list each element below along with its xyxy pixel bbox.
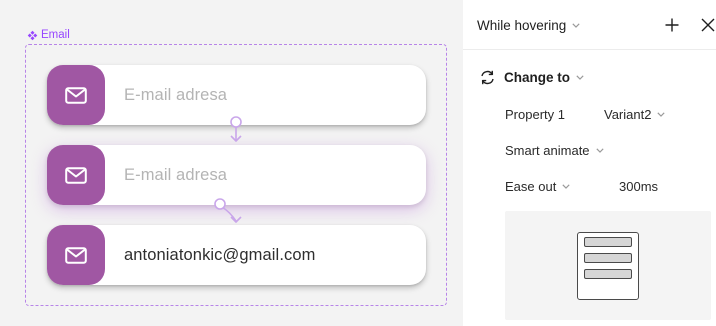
add-interaction-button[interactable] [663, 16, 681, 34]
interaction-panel: While hovering Change to Property 1 Vari… [463, 0, 716, 326]
mail-icon [65, 166, 87, 184]
email-field-variant-2[interactable]: E-mail adresa [47, 145, 426, 205]
chevron-down-icon [572, 23, 580, 28]
component-label[interactable]: Email [27, 28, 70, 42]
animation-preview [505, 211, 711, 320]
action-label: Change to [504, 70, 570, 85]
preview-bar [584, 237, 632, 247]
animation-dropdown[interactable]: Smart animate [505, 143, 604, 158]
chevron-down-icon [657, 112, 666, 117]
mail-icon [65, 86, 87, 104]
email-placeholder: E-mail adresa [124, 85, 228, 104]
email-value: antoniatonkic@gmail.com [124, 245, 316, 264]
email-placeholder: E-mail adresa [124, 165, 228, 184]
preview-bar [584, 269, 632, 279]
preview-frame [577, 232, 639, 300]
swap-icon [481, 70, 494, 85]
duration-value: 300ms [619, 179, 659, 194]
chevron-down-icon [562, 184, 570, 189]
close-icon [701, 18, 715, 32]
property-value: Variant2 [604, 107, 652, 122]
duration-input[interactable]: 300ms [619, 179, 658, 194]
design-canvas[interactable]: Email E-mail adresa E-mail adresa antoni… [0, 0, 463, 326]
action-row[interactable]: Change to [479, 69, 584, 86]
chevron-down-icon [595, 148, 604, 153]
property-row: Property 1 [505, 107, 565, 122]
trigger-dropdown[interactable]: While hovering [477, 18, 580, 33]
easing-dropdown[interactable]: Ease out [505, 179, 570, 194]
prototype-editor: Email E-mail adresa E-mail adresa antoni… [0, 0, 716, 326]
preview-bar [584, 253, 632, 263]
mail-icon [65, 246, 87, 264]
icon-tile [47, 65, 105, 125]
component-icon [27, 30, 38, 40]
property-value-dropdown[interactable]: Variant2 [604, 107, 666, 122]
email-field-variant-1[interactable]: E-mail adresa [47, 65, 426, 125]
plus-icon [665, 18, 679, 32]
icon-tile [47, 145, 105, 205]
trigger-label: While hovering [477, 18, 567, 33]
action-dropdown[interactable]: Change to [504, 70, 584, 85]
icon-tile [47, 225, 105, 285]
property-label: Property 1 [505, 107, 565, 122]
easing-label: Ease out [505, 179, 557, 194]
chevron-down-icon [576, 75, 584, 80]
component-name: Email [41, 29, 70, 41]
panel-header: While hovering [463, 0, 716, 50]
email-field-variant-3[interactable]: antoniatonkic@gmail.com [47, 225, 426, 285]
animation-label: Smart animate [505, 143, 590, 158]
close-button[interactable] [699, 16, 716, 34]
